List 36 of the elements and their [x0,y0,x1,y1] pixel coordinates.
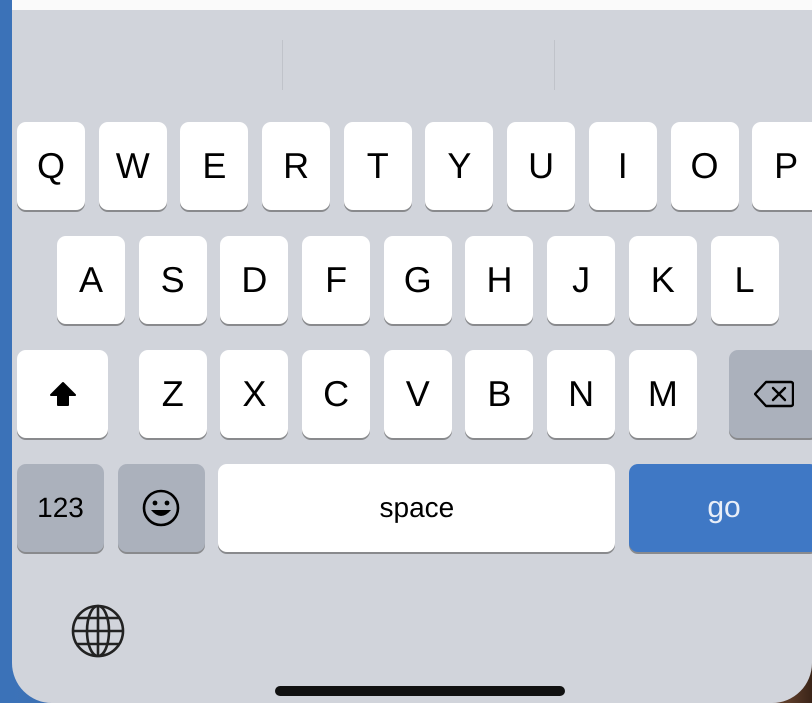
globe-icon[interactable] [70,603,126,659]
letter-key[interactable]: O [670,122,738,210]
arrow-icon [50,381,76,407]
letter-key[interactable]: E [180,122,248,210]
letter-key[interactable]: F [302,236,370,324]
letter-key[interactable]: T [344,122,412,210]
letter-key[interactable]: I [588,122,657,210]
letter-key[interactable]: Z [138,350,207,438]
numbers-key[interactable]: 123 [17,464,104,552]
letter-key[interactable]: H [465,236,534,324]
letter-key[interactable]: C [302,350,370,438]
letter-key[interactable]: N [547,350,616,438]
letter-key[interactable]: A [57,236,125,324]
delete-icon [754,380,794,408]
letter-key[interactable]: G [384,236,452,324]
letter-key[interactable]: K [628,236,697,324]
letter-key[interactable]: U [507,122,576,210]
letter-key[interactable]: M [628,350,697,438]
letter-key[interactable]: X [220,350,288,438]
letter-key[interactable]: D [220,236,288,324]
go-button[interactable]: go [629,464,812,552]
letter-key[interactable]: J [547,236,616,324]
letter-key[interactable]: W [98,122,167,210]
delete-key[interactable] [728,350,812,438]
letter-key[interactable]: B [465,350,534,438]
letter-key[interactable]: V [384,350,452,438]
space-bar[interactable]: space [218,464,616,552]
letter-key[interactable]: L [710,236,778,324]
smiley-icon [141,488,182,528]
letter-key[interactable]: S [138,236,207,324]
letter-key[interactable]: P [752,122,812,210]
shift-key[interactable] [17,350,108,438]
letter-key[interactable]: Y [425,122,494,210]
letter-key[interactable]: R [262,122,330,210]
emoji-key[interactable] [118,464,205,552]
letter-key[interactable]: Q [17,122,85,210]
